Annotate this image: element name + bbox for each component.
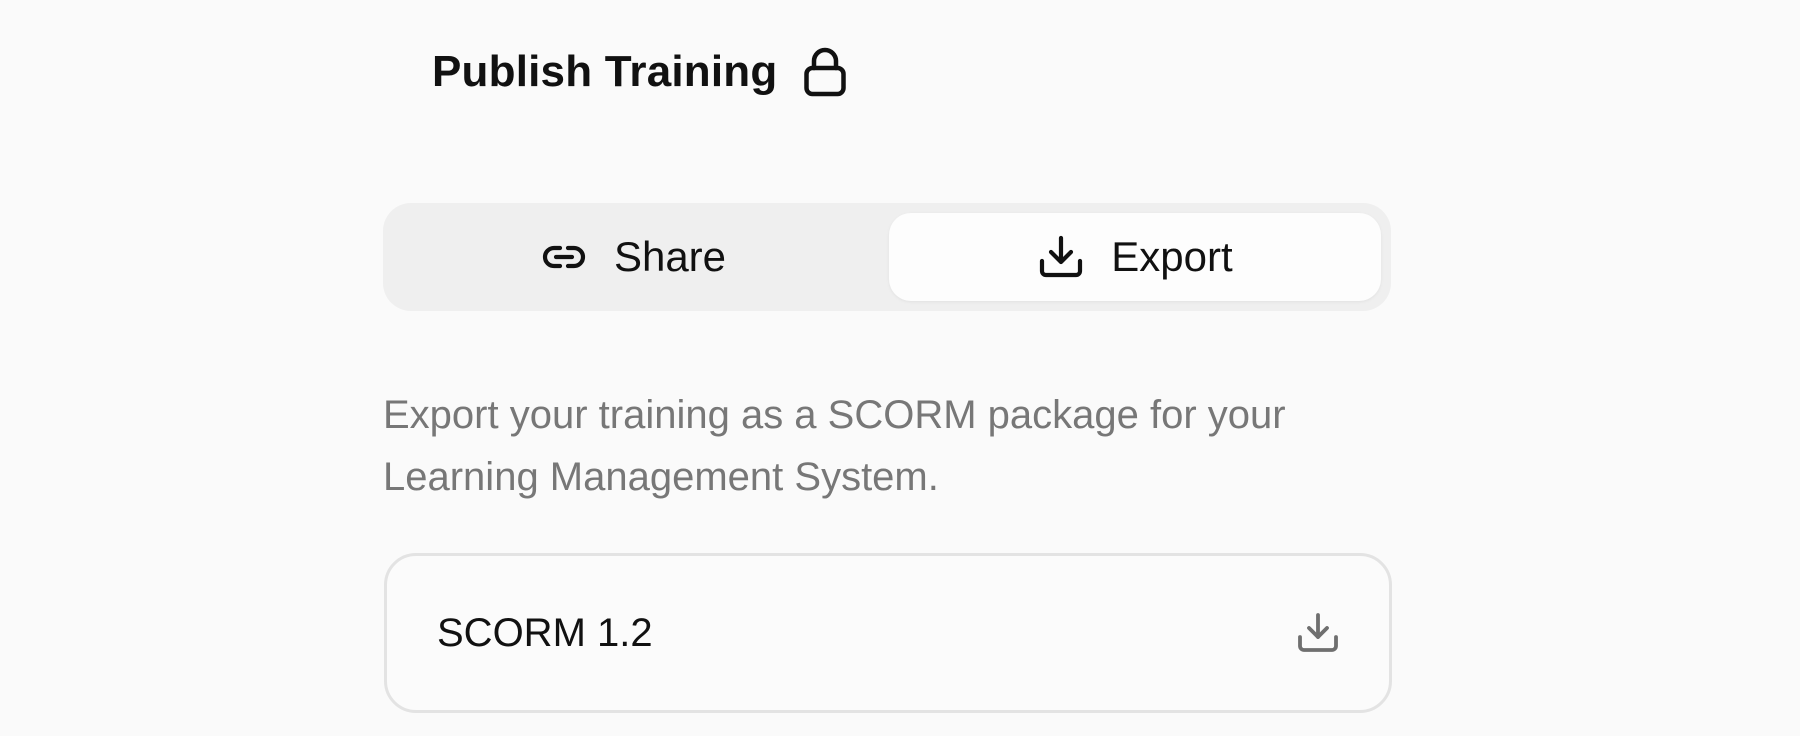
tab-share-label: Share [613, 233, 727, 280]
tab-export[interactable]: Export [889, 213, 1381, 301]
download-icon [1037, 233, 1085, 281]
tab-share[interactable]: Share [393, 213, 873, 301]
link-icon [540, 233, 588, 281]
publish-mode-tabs: Share Export [383, 203, 1391, 311]
option-label: SCORM 1.2 [437, 610, 653, 655]
export-description: Export your training as a SCORM package … [383, 393, 1286, 499]
page-title: Publish Training [432, 47, 778, 96]
scorm-12-option[interactable]: SCORM 1.2 [384, 553, 1392, 713]
download-icon[interactable] [1295, 610, 1341, 656]
page-header: Publish Training [432, 42, 847, 102]
tab-export-label: Export [1111, 233, 1233, 280]
lock-icon [803, 46, 847, 98]
